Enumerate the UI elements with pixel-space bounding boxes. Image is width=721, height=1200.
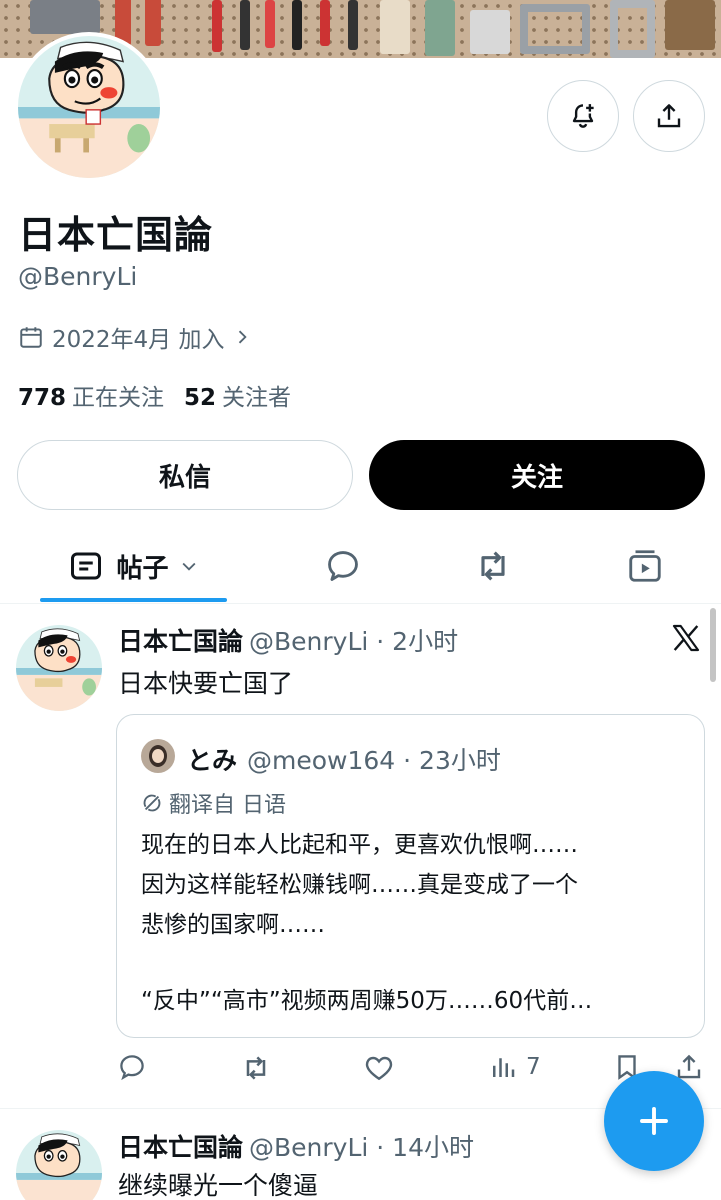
post-avatar[interactable] xyxy=(16,1130,102,1200)
post-author-meta: @BenryLi · 2小时 xyxy=(249,627,459,656)
joined-date-row[interactable]: 2022年4月 加入 xyxy=(18,320,252,354)
posts-icon xyxy=(71,552,102,580)
banner-tool xyxy=(470,10,510,54)
avatar-image xyxy=(16,1130,102,1200)
share-button[interactable] xyxy=(633,80,705,152)
post-header: 日本亡国論 @BenryLi · 2小时 xyxy=(118,622,458,658)
banner-tool xyxy=(145,0,161,46)
calendar-icon xyxy=(20,327,42,348)
post-author-meta: @BenryLi · 14小时 xyxy=(249,1133,474,1162)
tab-media[interactable] xyxy=(602,530,688,602)
banner-tool xyxy=(610,0,655,58)
translate-label-row[interactable]: 翻译自 日语 xyxy=(141,787,286,819)
video-icon xyxy=(629,550,661,582)
translate-icon xyxy=(143,794,161,812)
views-button[interactable]: 7 xyxy=(488,1052,541,1082)
banner-tool xyxy=(380,0,410,54)
following-link[interactable]: 778 正在关注 xyxy=(18,378,164,412)
quote-text-line: 悲惨的国家啊…… xyxy=(141,912,325,938)
banner-tool xyxy=(265,0,275,48)
profile-tabs: 帖子 xyxy=(0,530,721,604)
message-button[interactable]: 私信 xyxy=(17,440,353,510)
post-author-name[interactable]: 日本亡国論 xyxy=(118,1128,243,1164)
scrollbar-thumb[interactable] xyxy=(710,608,716,682)
views-count: 7 xyxy=(526,1054,541,1080)
chevron-right-icon xyxy=(239,330,248,344)
reply-button[interactable] xyxy=(117,1052,147,1082)
quote-author-meta: @meow164 · 23小时 xyxy=(247,746,501,775)
repost-icon xyxy=(481,551,505,581)
chevron-down-icon[interactable] xyxy=(179,556,199,576)
quote-text-line: 现在的日本人比起和平，更喜欢仇恨啊…… xyxy=(141,832,578,858)
banner-tool xyxy=(425,0,455,56)
repost-icon xyxy=(246,1056,266,1080)
avatar-image xyxy=(18,36,160,178)
tab-posts-label: 帖子 xyxy=(116,553,169,584)
followers-label: 关注者 xyxy=(222,385,292,411)
profile-display-name: 日本亡国論 xyxy=(18,213,214,257)
tab-reposts[interactable] xyxy=(450,530,536,602)
follow-button[interactable]: 关注 xyxy=(369,440,705,510)
bar-chart-icon xyxy=(493,1058,515,1077)
share-icon xyxy=(657,104,681,128)
tab-posts[interactable]: 帖子 xyxy=(40,530,227,602)
quote-text-line: “反中”“高市”视频两周赚50万……60代前… xyxy=(141,988,593,1014)
quote-avatar xyxy=(141,739,175,773)
tab-replies[interactable] xyxy=(300,530,386,602)
joined-date-text: 2022年4月 加入 xyxy=(52,327,225,353)
followers-link[interactable]: 52 关注者 xyxy=(184,378,291,412)
post-header: 日本亡国論 @BenryLi · 14小时 xyxy=(118,1128,474,1164)
banner-tool xyxy=(240,0,250,50)
reply-bubble-icon xyxy=(328,551,358,581)
translate-label: 翻译自 日语 xyxy=(169,793,286,818)
quote-header: とみ @meow164 · 23小时 xyxy=(187,741,501,777)
reply-icon xyxy=(120,1055,144,1081)
banner-tool xyxy=(665,0,715,50)
compose-button[interactable] xyxy=(604,1071,704,1171)
repost-button[interactable] xyxy=(240,1052,272,1084)
followers-count: 52 xyxy=(184,385,217,411)
x-logo-icon xyxy=(672,624,700,652)
profile-avatar[interactable] xyxy=(14,32,164,182)
banner-tool xyxy=(212,0,222,52)
active-tab-indicator xyxy=(40,598,227,602)
notify-button[interactable] xyxy=(547,80,619,152)
quoted-post[interactable]: とみ @meow164 · 23小时 翻译自 日语 现在的日本人比起和平，更喜欢… xyxy=(116,714,705,1038)
following-count: 778 xyxy=(18,385,67,411)
banner-tool xyxy=(520,4,590,54)
post-text: 日本快要亡国了 xyxy=(118,669,294,698)
avatar-image xyxy=(16,625,102,711)
post-author-name[interactable]: 日本亡国論 xyxy=(118,622,243,658)
bell-plus-icon xyxy=(572,104,594,128)
plus-icon xyxy=(640,1107,668,1135)
banner-tool xyxy=(292,0,302,50)
following-label: 正在关注 xyxy=(72,385,165,411)
like-button[interactable] xyxy=(363,1052,395,1084)
banner-tool xyxy=(320,0,330,46)
profile-handle: @BenryLi xyxy=(18,262,138,291)
banner-tool xyxy=(30,0,100,34)
banner-tool xyxy=(348,0,358,50)
quote-text-line: 因为这样能轻松赚钱啊……真是变成了一个 xyxy=(141,872,578,898)
post-avatar[interactable] xyxy=(16,625,102,711)
post-text: 继续曝光一个傻逼 xyxy=(118,1171,319,1200)
quote-author-name: とみ xyxy=(187,746,238,775)
follow-stats: 778 正在关注 52 关注者 xyxy=(18,378,291,412)
heart-icon xyxy=(365,1056,393,1081)
